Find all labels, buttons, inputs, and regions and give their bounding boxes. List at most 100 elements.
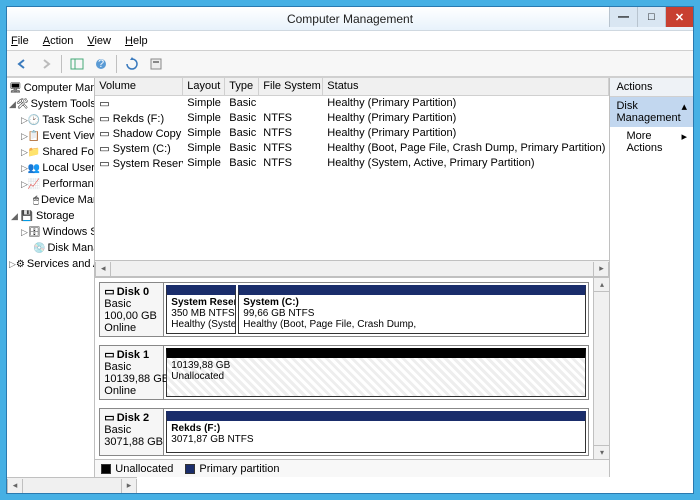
vol-layout: Simple xyxy=(183,141,225,156)
tree-label: Computer Management (Local xyxy=(24,82,96,94)
col-status[interactable]: Status xyxy=(323,78,609,95)
maximize-button[interactable]: □ xyxy=(637,7,665,27)
expand-icon[interactable]: ▷ xyxy=(21,227,28,238)
vol-layout: Simple xyxy=(183,126,225,141)
disk-icon: 💿 xyxy=(33,241,45,255)
partition-size: 3071,87 GB NTFS xyxy=(171,434,581,445)
volume-row[interactable]: ▭ System ReservedSimpleBasicNTFSHealthy … xyxy=(95,156,609,171)
partition[interactable]: System Reserved 350 MB NTFS Healthy (Sys… xyxy=(166,285,236,334)
device-icon: 🖱 xyxy=(33,193,39,207)
disk-type: Basic xyxy=(104,361,159,373)
folder-icon: 📁 xyxy=(28,145,40,159)
actions-section[interactable]: Disk Management▴ xyxy=(610,97,693,127)
nav-tree: 🖥Computer Management (Local ◢🛠System Too… xyxy=(7,78,95,477)
col-volume[interactable]: Volume xyxy=(95,78,183,95)
tree-label: Event Viewer xyxy=(42,130,95,142)
tree-label: Task Scheduler xyxy=(42,114,95,126)
scroll-up-button[interactable]: ▴ xyxy=(594,278,609,292)
legend-primary: Primary partition xyxy=(185,463,279,475)
actions-more[interactable]: More Actions▸ xyxy=(610,127,693,157)
tree-devicemgr[interactable]: 🖱Device Manager xyxy=(7,192,94,208)
collapse-icon[interactable]: ◢ xyxy=(9,211,20,222)
refresh-button[interactable] xyxy=(121,53,143,75)
tree-h-scrollbar[interactable]: ◂▸ xyxy=(7,477,137,493)
disk-icon: ▭ xyxy=(104,348,114,361)
vol-type: Basic xyxy=(225,111,259,126)
expand-icon[interactable]: ▷ xyxy=(21,163,28,174)
disk-icon: ▭ xyxy=(104,285,114,298)
collapse-icon[interactable]: ◢ xyxy=(9,99,16,110)
tree-storage[interactable]: ◢💾Storage xyxy=(7,208,94,224)
scroll-right-button[interactable]: ▸ xyxy=(121,479,137,493)
help-button[interactable]: ? xyxy=(90,53,112,75)
disk-name: Disk 1 xyxy=(117,349,149,361)
tree-localusers[interactable]: ▷👥Local Users and Groups xyxy=(7,160,94,176)
scroll-left-button[interactable]: ◂ xyxy=(7,479,23,493)
tree-label: Windows Server Backup xyxy=(43,226,96,238)
legend: Unallocated Primary partition xyxy=(95,459,609,477)
legend-label: Unallocated xyxy=(115,463,173,475)
tree-label: Shared Folders xyxy=(42,146,95,158)
menu-view[interactable]: View xyxy=(87,35,111,47)
tree-systools[interactable]: ◢🛠System Tools xyxy=(7,96,94,112)
show-hide-tree-button[interactable] xyxy=(66,53,88,75)
h-scrollbar[interactable]: ◂▸ xyxy=(95,260,609,276)
col-type[interactable]: Type xyxy=(225,78,259,95)
volume-header: Volume Layout Type File System Status xyxy=(95,78,609,96)
disk-type: Basic xyxy=(104,424,159,436)
tree-diskmgmt[interactable]: 💿Disk Management xyxy=(7,240,94,256)
tree-label: Disk Management xyxy=(47,242,95,254)
col-layout[interactable]: Layout xyxy=(183,78,225,95)
partition-size: 99,66 GB NTFS xyxy=(243,308,581,319)
vol-type: Basic xyxy=(225,126,259,141)
scroll-right-button[interactable]: ▸ xyxy=(593,262,609,276)
volume-row[interactable]: ▭ SimpleBasicHealthy (Primary Partition) xyxy=(95,96,609,111)
perf-icon: 📈 xyxy=(28,177,40,191)
actions-title: Actions xyxy=(610,78,693,97)
v-scrollbar[interactable]: ▴ ▾ xyxy=(593,278,609,459)
volume-row[interactable]: ▭ Rekds (F:)SimpleBasicNTFSHealthy (Prim… xyxy=(95,111,609,126)
partition-unallocated[interactable]: 10139,88 GB Unallocated xyxy=(166,348,586,397)
scroll-down-button[interactable]: ▾ xyxy=(594,445,609,459)
expand-icon[interactable]: ▷ xyxy=(21,147,28,158)
scroll-left-button[interactable]: ◂ xyxy=(95,262,111,276)
volume-icon: ▭ xyxy=(99,98,109,110)
tree-performance[interactable]: ▷📈Performance xyxy=(7,176,94,192)
expand-icon[interactable]: ▷ xyxy=(9,259,16,270)
menu-file[interactable]: File xyxy=(11,35,29,47)
vol-type: Basic xyxy=(225,141,259,156)
vol-fs: NTFS xyxy=(259,156,323,171)
tree-wsbackup[interactable]: ▷🗄Windows Server Backup xyxy=(7,224,94,240)
menu-help[interactable]: Help xyxy=(125,35,148,47)
tree-root[interactable]: 🖥Computer Management (Local xyxy=(7,80,94,96)
tree-eventviewer[interactable]: ▷📋Event Viewer xyxy=(7,128,94,144)
partition-size: 350 MB NTFS xyxy=(171,308,231,319)
menu-action[interactable]: Action xyxy=(43,35,74,47)
disk-size: 100,00 GB xyxy=(104,310,159,322)
partition[interactable]: Rekds (F:) 3071,87 GB NTFS xyxy=(166,411,586,453)
vol-name: Shadow Copy (G:) xyxy=(113,128,184,140)
vol-fs: NTFS xyxy=(259,111,323,126)
col-filesystem[interactable]: File System xyxy=(259,78,323,95)
volume-row[interactable]: ▭ Shadow Copy (G:)SimpleBasicNTFSHealthy… xyxy=(95,126,609,141)
disk-row[interactable]: ▭Disk 1 Basic 10139,88 GB Online 10139,8… xyxy=(99,345,589,400)
back-button[interactable] xyxy=(11,53,33,75)
event-icon: 📋 xyxy=(28,129,40,143)
disk-row[interactable]: ▭Disk 2 Basic 3071,88 GB Rekds (F:) 3071… xyxy=(99,408,589,456)
tree-tasksched[interactable]: ▷🕑Task Scheduler xyxy=(7,112,94,128)
chevron-right-icon: ▸ xyxy=(681,130,687,154)
disk-row[interactable]: ▭Disk 0 Basic 100,00 GB Online System Re… xyxy=(99,282,589,337)
partition[interactable]: System (C:) 99,66 GB NTFS Healthy (Boot,… xyxy=(238,285,586,334)
tree-label: Performance xyxy=(42,178,95,190)
tree-sharedfolders[interactable]: ▷📁Shared Folders xyxy=(7,144,94,160)
menubar: File Action View Help xyxy=(7,31,693,51)
tree-services[interactable]: ▷⚙Services and Applications xyxy=(7,256,94,272)
forward-button[interactable] xyxy=(35,53,57,75)
volume-row[interactable]: ▭ System (C:)SimpleBasicNTFSHealthy (Boo… xyxy=(95,141,609,156)
close-button[interactable]: ✕ xyxy=(665,7,693,27)
minimize-button[interactable]: — xyxy=(609,7,637,27)
expand-icon[interactable]: ▷ xyxy=(21,115,28,126)
settings-button[interactable] xyxy=(145,53,167,75)
expand-icon[interactable]: ▷ xyxy=(21,179,28,190)
expand-icon[interactable]: ▷ xyxy=(21,131,28,142)
